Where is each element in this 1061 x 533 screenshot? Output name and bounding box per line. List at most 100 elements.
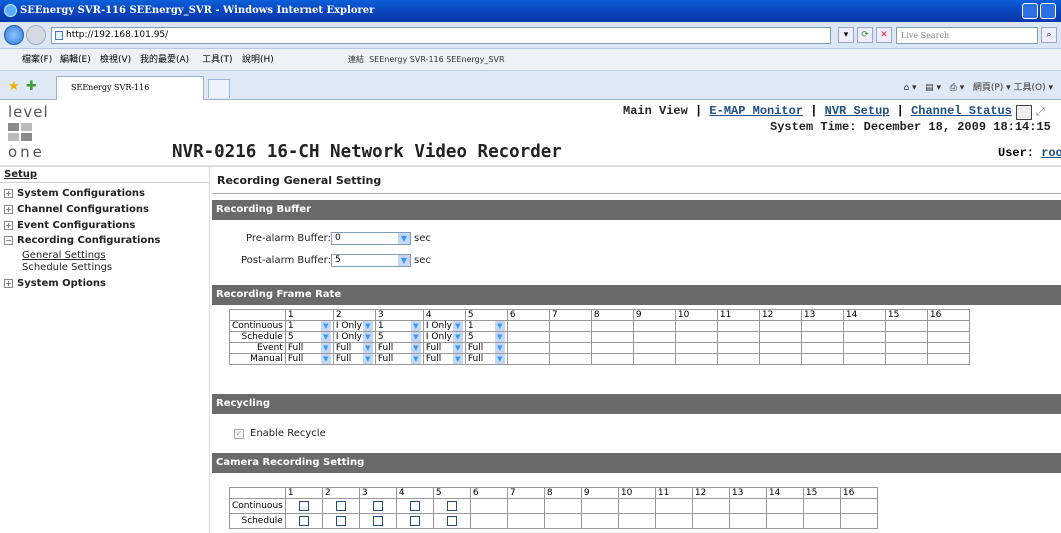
sidebar-item-system-options[interactable]: + System Options <box>4 278 106 289</box>
frame-rate-select[interactable]: I Only ▼ <box>332 331 376 343</box>
menu-edit[interactable]: 編輯(E) <box>60 49 91 71</box>
channel-header: 12 <box>691 487 730 499</box>
sidebar-subitem-general-settings[interactable]: General Settings <box>22 250 106 261</box>
add-favorite-icon[interactable]: ✚ <box>26 79 37 94</box>
fullscreen-icon[interactable] <box>1016 105 1032 120</box>
post-alarm-select[interactable]: 5 ▼ <box>331 254 411 267</box>
camera-checkbox-cell[interactable] <box>321 513 360 529</box>
empty-cell <box>800 331 844 343</box>
link-item[interactable]: SEEnergy SVR-116 SEEnergy_SVR <box>369 55 504 64</box>
frame-rate-select[interactable]: 5 ▼ <box>464 331 508 343</box>
row-label: Schedule <box>229 513 286 529</box>
sidebar-subitem-schedule-settings[interactable]: Schedule Settings <box>22 262 112 273</box>
menu-favorites[interactable]: 我的最愛(A) <box>140 49 189 71</box>
frame-rate-select[interactable]: 1 ▼ <box>284 320 334 332</box>
expand-plus-icon[interactable]: + <box>4 189 13 198</box>
print-icon[interactable]: ⎙ <box>950 83 957 93</box>
checkbox[interactable] <box>372 515 383 526</box>
camera-checkbox-cell[interactable] <box>321 498 360 514</box>
stop-icon[interactable]: ✕ <box>876 27 892 43</box>
sidebar-item-channel-configurations[interactable]: + Channel Configurations <box>4 204 149 215</box>
frame-rate-select[interactable]: Full ▼ <box>374 342 424 354</box>
nav-nvr-setup[interactable]: NVR Setup <box>825 104 890 118</box>
nav-emap-monitor[interactable]: E-MAP Monitor <box>709 104 803 118</box>
frame-rate-select[interactable]: 1 ▼ <box>374 320 424 332</box>
home-icon[interactable]: ⌂ <box>903 83 909 93</box>
frame-rate-select[interactable]: 5 ▼ <box>374 331 424 343</box>
checkbox[interactable] <box>446 515 457 526</box>
frame-rate-select[interactable]: 5 ▼ <box>284 331 334 343</box>
menu-view[interactable]: 檢視(V) <box>100 49 131 71</box>
enable-recycle-checkbox[interactable]: ✓ <box>234 429 244 439</box>
frame-rate-select[interactable]: Full ▼ <box>332 353 376 365</box>
sidebar-item-event-configurations[interactable]: + Event Configurations <box>4 220 135 231</box>
dropdown-icon[interactable]: ▾ <box>838 27 854 43</box>
menu-tools[interactable]: 工具(T) <box>202 49 233 71</box>
camera-checkbox-cell[interactable] <box>358 498 397 514</box>
camera-checkbox-cell[interactable] <box>284 498 323 514</box>
minimize-button[interactable] <box>1022 3 1038 19</box>
checkbox[interactable] <box>446 500 457 511</box>
checkbox[interactable] <box>335 500 346 511</box>
expand-plus-icon[interactable]: + <box>4 221 13 230</box>
pre-alarm-select[interactable]: 0 ▼ <box>331 232 411 245</box>
forward-button[interactable] <box>26 25 46 45</box>
post-alarm-label: Post-alarm Buffer: <box>241 255 331 266</box>
expand-plus-icon[interactable]: + <box>4 205 13 214</box>
menu-file[interactable]: 檔案(F) <box>22 49 52 71</box>
collapse-minus-icon[interactable]: − <box>4 236 13 245</box>
frame-rate-select[interactable]: I Only ▼ <box>422 331 466 343</box>
favorites-star-icon[interactable]: ★ <box>8 79 20 94</box>
checkbox[interactable] <box>335 515 346 526</box>
camera-checkbox-cell[interactable] <box>395 498 434 514</box>
right-tools[interactable]: ⌂ ▾ ▤ ▾ ⎙ ▾ 網頁(P) ▾ 工具(O) ▾ <box>903 80 1053 93</box>
back-button[interactable] <box>4 25 24 45</box>
camera-checkbox-cell[interactable] <box>432 513 471 529</box>
nav-channel-status[interactable]: Channel Status <box>911 104 1012 118</box>
sidebar-setup-title[interactable]: Setup <box>4 169 37 180</box>
user-link[interactable]: root <box>1041 146 1061 160</box>
menu-help[interactable]: 說明(H) <box>242 49 274 71</box>
search-icon[interactable]: ⌕ <box>1041 27 1057 43</box>
nav-main-view[interactable]: Main View <box>623 104 688 118</box>
sidebar-item-system-configurations[interactable]: + System Configurations <box>4 188 145 199</box>
frame-rate-select[interactable]: Full ▼ <box>332 342 376 354</box>
sidebar-item-recording-configurations[interactable]: − Recording Configurations <box>4 235 160 246</box>
channel-header: 5 <box>464 309 508 321</box>
frame-rate-select[interactable]: Full ▼ <box>422 342 466 354</box>
frame-rate-select[interactable]: Full ▼ <box>284 342 334 354</box>
tab-active[interactable]: SEEnergy SVR-116 SEEnergy_SVR <box>56 76 204 114</box>
camera-checkbox-cell[interactable] <box>284 513 323 529</box>
feeds-icon[interactable]: ▤ <box>925 83 934 93</box>
frame-rate-select[interactable]: Full ▼ <box>284 353 334 365</box>
frame-rate-select[interactable]: Full ▼ <box>422 353 466 365</box>
channel-header: 7 <box>506 487 545 499</box>
checkbox[interactable] <box>409 500 420 511</box>
empty-cell <box>548 342 592 354</box>
frame-rate-select[interactable]: 1 ▼ <box>464 320 508 332</box>
expand-icon[interactable]: ⤢ <box>1036 105 1045 119</box>
frame-rate-select[interactable]: Full ▼ <box>464 353 508 365</box>
checkbox[interactable] <box>409 515 420 526</box>
camera-checkbox-cell[interactable] <box>395 513 434 529</box>
frame-rate-select[interactable]: I Only ▼ <box>422 320 466 332</box>
camera-checkbox-cell[interactable] <box>432 498 471 514</box>
search-input[interactable]: Live Search <box>896 27 1038 44</box>
frame-rate-select[interactable]: Full ▼ <box>464 342 508 354</box>
empty-cell <box>839 513 878 529</box>
new-tab-button[interactable] <box>208 79 230 98</box>
maximize-button[interactable] <box>1040 3 1056 19</box>
level-one-logo: level one <box>8 103 78 163</box>
expand-plus-icon[interactable]: + <box>4 279 13 288</box>
refresh-icon[interactable]: ⟳ <box>857 27 873 43</box>
checkbox[interactable] <box>298 500 309 511</box>
window-title: SEEnergy SVR-116 SEEnergy_SVR - Windows … <box>20 5 375 16</box>
frame-rate-select[interactable]: I Only ▼ <box>332 320 376 332</box>
frame-rate-select[interactable]: Full ▼ <box>374 353 424 365</box>
address-field[interactable]: http://192.168.101.95/ <box>51 27 831 44</box>
checkbox[interactable] <box>298 515 309 526</box>
checkbox[interactable] <box>372 500 383 511</box>
empty-cell <box>716 353 760 365</box>
camera-checkbox-cell[interactable] <box>358 513 397 529</box>
page-tools[interactable]: 網頁(P) ▾ 工具(O) ▾ <box>973 83 1053 93</box>
